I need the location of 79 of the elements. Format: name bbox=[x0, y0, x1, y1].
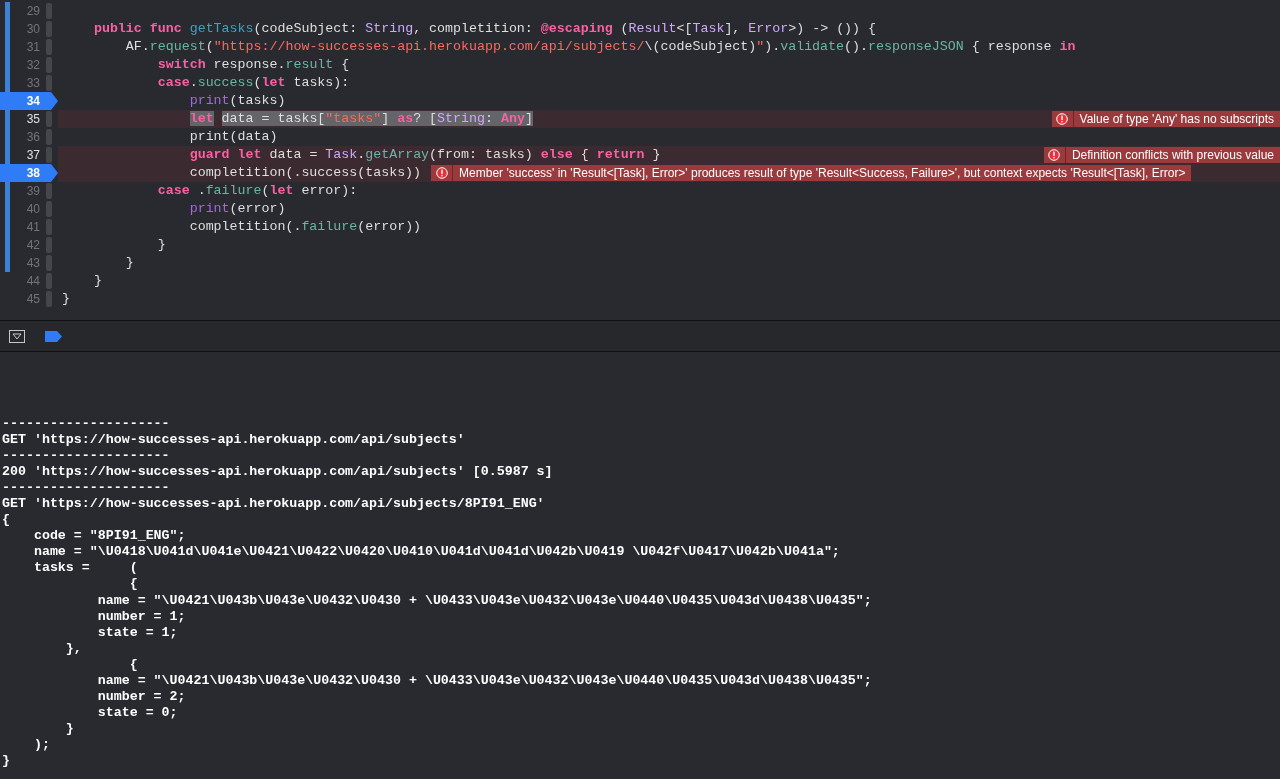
console-line: --------------------- bbox=[2, 416, 170, 433]
line-number: 43 bbox=[26, 255, 40, 272]
fold-ribbon[interactable] bbox=[46, 129, 52, 145]
code-line: completition(.success(tasks)) bbox=[188, 164, 422, 182]
breakpoint-toggle-icon[interactable] bbox=[45, 330, 62, 342]
fold-ribbon[interactable] bbox=[46, 291, 52, 307]
breakpoint-marker[interactable]: 34 bbox=[0, 92, 58, 110]
line-number: 39 bbox=[26, 183, 40, 200]
code-line: } bbox=[92, 272, 102, 290]
fold-ribbon[interactable] bbox=[46, 219, 52, 235]
fold-ribbon[interactable] bbox=[46, 57, 52, 73]
fold-ribbon[interactable] bbox=[46, 75, 52, 91]
line-number: 31 bbox=[26, 39, 40, 56]
line-number: 40 bbox=[26, 201, 40, 218]
breakpoint-marker[interactable]: 38 bbox=[0, 164, 58, 182]
console-line: name = "\U0418\U041d\U041e\U0421\U0422\U0420\U0410\U041d\U041d\U042b\U0419 \U042f\U0417\U042b\U041a"; bbox=[32, 544, 840, 561]
console-line: tasks = ( bbox=[32, 560, 138, 577]
console-line: ); bbox=[32, 736, 50, 753]
console-line: code = "8PI91_ENG"; bbox=[32, 528, 186, 545]
hide-panel-icon[interactable] bbox=[9, 329, 25, 343]
code-line: AF.request("https://how-successes-api.herokuapp.com/api/subjects/\(codeSubject)").validate().responseJSON { response in bbox=[124, 38, 1076, 56]
console-line: name = "\U0421\U043b\U043e\U0432\U0430 + \U0433\U043e\U0432\U043e\U0440\U0435\U043d\U0438\U0435"; bbox=[96, 592, 872, 609]
line-number: 35 bbox=[26, 111, 40, 128]
line-number: 37 bbox=[26, 147, 40, 164]
code-line: } bbox=[156, 236, 166, 254]
console-line: }, bbox=[64, 640, 82, 657]
code-line: completition(.failure(error)) bbox=[188, 218, 422, 236]
fold-ribbon[interactable] bbox=[46, 147, 52, 163]
fold-ribbon[interactable] bbox=[46, 273, 52, 289]
code-line: guard let data = Task.getArray(from: tasks) else { return } bbox=[188, 146, 661, 164]
console-line: state = 0; bbox=[96, 704, 178, 721]
line-number: 44 bbox=[26, 273, 40, 290]
code-line: } bbox=[62, 290, 70, 308]
console-line: } bbox=[64, 720, 74, 737]
fold-ribbon[interactable] bbox=[46, 255, 52, 271]
code-line: print(data) bbox=[188, 128, 278, 146]
line-number: 30 bbox=[26, 21, 40, 38]
fold-ribbon[interactable] bbox=[46, 39, 52, 55]
console-line: --------------------- bbox=[2, 480, 170, 497]
code-line: print(error) bbox=[188, 200, 286, 218]
code-line: public func getTasks(codeSubject: String, completition: @escaping (Result<[Task], Error>) -> ()) { bbox=[92, 20, 877, 38]
console-line: state = 1; bbox=[96, 624, 178, 641]
code-line: } bbox=[124, 254, 134, 272]
fold-ribbon[interactable] bbox=[46, 201, 52, 217]
error-badge[interactable]: Value of type 'Any' has no subscripts bbox=[1051, 111, 1280, 127]
fold-ribbon[interactable] bbox=[46, 3, 52, 19]
code-line: switch response.result { bbox=[156, 56, 350, 74]
line-number: 45 bbox=[26, 291, 40, 308]
console-line: name = "\U0421\U043b\U043e\U0432\U0430 + \U0433\U043e\U0432\U043e\U0440\U0435\U043d\U0438\U0435"; bbox=[96, 672, 872, 689]
line-number: 36 bbox=[26, 129, 40, 146]
fold-ribbon[interactable] bbox=[46, 21, 52, 37]
console-line: { bbox=[128, 656, 138, 673]
console-line: --------------------- bbox=[2, 448, 170, 465]
fold-ribbon[interactable] bbox=[46, 237, 52, 253]
line-number: 32 bbox=[26, 57, 40, 74]
code-line: case .failure(let error): bbox=[156, 182, 358, 200]
fold-ribbon[interactable] bbox=[46, 111, 52, 127]
line-number: 33 bbox=[26, 75, 40, 92]
error-message: Definition conflicts with previous value bbox=[1070, 147, 1275, 164]
console-line: { bbox=[128, 576, 138, 593]
code-line: let data = tasks["tasks"] as? [String: Any] bbox=[188, 110, 533, 128]
line-number: 42 bbox=[26, 237, 40, 254]
console-line: GET 'https://how-successes-api.herokuapp.com/api/subjects' bbox=[2, 432, 465, 449]
console-line: 200 'https://how-successes-api.herokuapp.com/api/subjects' [0.5987 s] bbox=[2, 464, 553, 481]
line-number: 41 bbox=[26, 219, 40, 236]
fold-ribbon[interactable] bbox=[46, 183, 52, 199]
line-number: 29 bbox=[26, 3, 40, 20]
error-message: Value of type 'Any' has no subscripts bbox=[1078, 111, 1275, 128]
console-line: } bbox=[2, 753, 10, 770]
error-icon bbox=[435, 167, 448, 179]
error-icon bbox=[1056, 113, 1069, 125]
error-badge[interactable]: Definition conflicts with previous value bbox=[1043, 147, 1280, 163]
console-line: GET 'https://how-successes-api.herokuapp.com/api/subjects/8PI91_ENG' bbox=[2, 496, 545, 513]
code-line: print(tasks) bbox=[188, 92, 286, 110]
console-line: { bbox=[2, 512, 10, 529]
code-line: case.success(let tasks): bbox=[156, 74, 350, 92]
console-line: number = 2; bbox=[96, 688, 186, 705]
error-icon bbox=[1048, 149, 1061, 161]
console-line: number = 1; bbox=[96, 608, 186, 625]
